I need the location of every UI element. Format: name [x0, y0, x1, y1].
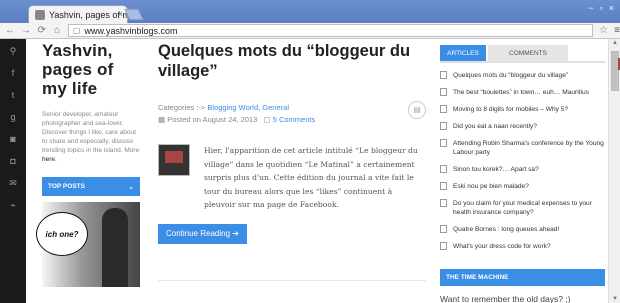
minimize-button[interactable]: − [588, 3, 593, 13]
post-title[interactable]: Quelques mots du “bloggeur du village” [158, 41, 426, 81]
site-title[interactable]: Yashvin, pages of my life [42, 41, 140, 98]
time-machine-widget: THE TIME MACHINE [440, 269, 605, 286]
reload-icon[interactable]: ⟳ [37, 25, 46, 36]
bio-body: Senior developer, amateur photographer a… [42, 111, 140, 154]
article-link[interactable]: Attending Robin Sharma's conference by t… [453, 139, 605, 157]
camera-icon[interactable]: ◘ [6, 154, 20, 168]
tab-title: Yashvin, pages of my life [49, 9, 127, 20]
list-item[interactable]: Do you claim for your medical expenses t… [440, 199, 605, 217]
document-icon [440, 139, 447, 147]
mail-icon[interactable]: ✉ [6, 176, 20, 190]
favicon-icon [35, 9, 45, 20]
tab-comments[interactable]: COMMENTS [488, 45, 568, 61]
list-item[interactable]: Quatre Bornes : long queues ahead! [440, 225, 605, 234]
article-link[interactable]: Moving to 8 digits for mobiles – Why 5? [453, 105, 568, 114]
categories-link[interactable]: Blogging World, General [207, 103, 289, 112]
list-item[interactable]: What's your dress code for work? [440, 242, 605, 251]
chrome-menu-icon[interactable]: ≡ [614, 25, 620, 36]
list-item[interactable]: The best “boulettes” in town… euh… Mauri… [440, 88, 605, 97]
document-icon [440, 88, 447, 96]
sidebar-image[interactable]: ich one? [36, 202, 140, 287]
facebook-icon[interactable]: f [6, 66, 20, 80]
article-link[interactable]: The best “boulettes” in town… euh… Mauri… [453, 88, 589, 97]
document-icon [440, 182, 447, 190]
left-sidebar: Yashvin, pages of my life Senior develop… [36, 39, 140, 287]
scrollbar-thumb[interactable] [611, 51, 620, 91]
bio-link[interactable]: here [42, 156, 55, 163]
image-figure [102, 208, 128, 287]
top-posts-widget[interactable]: TOP POSTS ⌄ [42, 177, 140, 196]
format-icon: ▤ [408, 101, 426, 119]
article-link[interactable]: Sinon tou korek?… Apart sa? [453, 165, 539, 174]
list-item[interactable]: Sinon tou korek?… Apart sa? [440, 165, 605, 174]
twitter-icon[interactable]: t [6, 88, 20, 102]
web-page: ⚲ f t g ◙ ◘ ✉ ⌁ Yashvin, pages of my lif… [0, 39, 620, 303]
search-icon[interactable]: ⚲ [6, 44, 20, 58]
window-controls: − ▫ × [588, 3, 614, 13]
url-text: www.yashvinblogs.com [84, 25, 178, 36]
sidebar-tabs: ARTICLES COMMENTS [440, 45, 605, 63]
instagram-icon[interactable]: ◙ [6, 132, 20, 146]
close-window-button[interactable]: × [609, 3, 614, 13]
google-plus-icon[interactable]: g [6, 110, 20, 124]
document-icon [440, 105, 447, 113]
tab-articles[interactable]: ARTICLES [440, 45, 486, 61]
article-link[interactable]: Quelques mots du “bloggeur du village” [453, 71, 568, 80]
main-post: Quelques mots du “bloggeur du village” C… [158, 39, 426, 281]
list-item[interactable]: Did you eat a naan recently? [440, 122, 605, 131]
article-link[interactable]: Did you eat a naan recently? [453, 122, 537, 131]
categories-prefix: Categories :-> [158, 103, 208, 112]
posted-on: Posted on August 24, 2013 [167, 115, 258, 124]
comments-link[interactable]: 5 Comments [273, 115, 316, 124]
social-bar: ⚲ f t g ◙ ◘ ✉ ⌁ [0, 39, 26, 303]
rss-icon[interactable]: ⌁ [6, 198, 20, 212]
page-scrollbar[interactable]: ▲ ▼ [608, 39, 620, 303]
right-sidebar: ARTICLES COMMENTS Quelques mots du “blog… [440, 39, 605, 303]
image-bubble: ich one? [36, 212, 88, 256]
home-icon[interactable]: ⌂ [52, 25, 61, 36]
back-icon[interactable]: ← [5, 25, 15, 36]
document-icon [440, 165, 447, 173]
post-divider [158, 279, 426, 281]
post-meta: Categories :-> Blogging World, General ▦… [158, 101, 426, 126]
top-posts-label: TOP POSTS [48, 183, 85, 190]
document-icon [440, 199, 447, 207]
article-link[interactable]: Eski nou pe bien malade? [453, 182, 529, 191]
document-icon [440, 242, 447, 250]
chevron-down-icon: ⌄ [128, 183, 134, 191]
browser-tab[interactable]: Yashvin, pages of my life × [28, 5, 128, 23]
page-icon: ▢ [72, 26, 81, 35]
tab-close-icon[interactable]: × [118, 9, 123, 19]
excerpt-text: Hier, l'apparition de cet article intitu… [204, 146, 418, 210]
scroll-up-icon[interactable]: ▲ [612, 40, 618, 46]
old-days-text: Want to remember the old days? ;) [440, 294, 571, 303]
articles-list: Quelques mots du “bloggeur du village” T… [440, 71, 605, 251]
list-item[interactable]: Moving to 8 digits for mobiles – Why 5? [440, 105, 605, 114]
document-icon [440, 122, 447, 130]
browser-toolbar: ← → ⟳ ⌂ ▢ www.yashvinblogs.com ☆ ≡ [0, 23, 620, 39]
address-bar[interactable]: ▢ www.yashvinblogs.com [67, 24, 593, 37]
list-item[interactable]: Eski nou pe bien malade? [440, 182, 605, 191]
list-item[interactable]: Attending Robin Sharma's conference by t… [440, 139, 605, 157]
article-link[interactable]: Do you claim for your medical expenses t… [453, 199, 605, 217]
list-item[interactable]: Quelques mots du “bloggeur du village” [440, 71, 605, 80]
maximize-button[interactable]: ▫ [600, 3, 603, 13]
post-excerpt: Hier, l'apparition de cet article intitu… [158, 144, 426, 212]
article-link[interactable]: Quatre Bornes : long queues ahead! [453, 225, 559, 234]
forward-icon[interactable]: → [21, 25, 31, 36]
continue-reading-button[interactable]: Continue Reading ➔ [158, 223, 247, 244]
bookmark-star-icon[interactable]: ☆ [599, 25, 608, 36]
document-icon [440, 225, 447, 233]
post-thumbnail[interactable] [158, 144, 190, 176]
article-link[interactable]: What's your dress code for work? [453, 242, 551, 251]
scroll-down-icon[interactable]: ▼ [612, 296, 618, 302]
document-icon [440, 71, 447, 79]
calendar-icon: ▦ [158, 115, 166, 124]
comment-icon: ▢ [263, 115, 271, 124]
bio-text: Senior developer, amateur photographer a… [42, 111, 140, 163]
